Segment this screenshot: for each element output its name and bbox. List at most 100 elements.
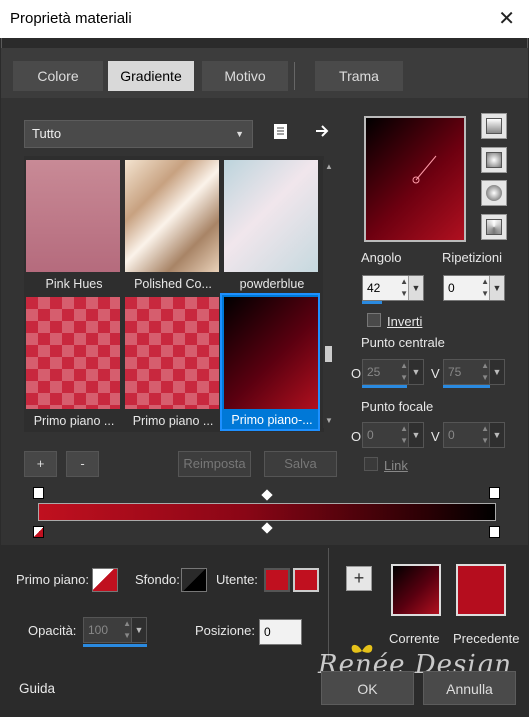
invert-checkbox[interactable] bbox=[367, 313, 381, 327]
gradient-swatch bbox=[125, 160, 219, 272]
angle-label: Angolo bbox=[361, 250, 402, 265]
gradient-swatch bbox=[224, 297, 318, 409]
reset-button[interactable]: Reimposta bbox=[178, 451, 251, 477]
center-v-slider[interactable] bbox=[443, 385, 490, 388]
angle-input[interactable]: 42 ▲ ▼ ▼ bbox=[362, 275, 424, 301]
center-o-value: 25 bbox=[367, 365, 381, 379]
repeats-input[interactable]: 0 ▲ ▼ ▼ bbox=[443, 275, 505, 301]
focal-o-label: O bbox=[351, 429, 362, 444]
angle-handle-icon[interactable] bbox=[366, 118, 464, 240]
link-label: Link bbox=[384, 458, 408, 473]
gradient-item[interactable]: Polished Co... bbox=[123, 158, 219, 292]
gradient-swatch bbox=[125, 297, 219, 409]
cancel-button[interactable]: Annulla bbox=[423, 671, 516, 705]
spinner-arrows-icon[interactable]: ▲ ▼ bbox=[123, 618, 131, 642]
gradient-item[interactable]: powderblue bbox=[222, 158, 318, 292]
tab-motivo[interactable]: Motivo bbox=[202, 61, 288, 91]
spinner-arrows-icon[interactable]: ▲ ▼ bbox=[400, 423, 408, 447]
gradient-label: Primo piano ... bbox=[33, 414, 115, 428]
repeats-value: 0 bbox=[448, 281, 455, 295]
scrollbar-thumb[interactable] bbox=[325, 346, 332, 362]
chevron-down-icon: ▼ bbox=[235, 129, 244, 139]
foreground-label: Primo piano: bbox=[16, 572, 89, 587]
gradient-item-selected[interactable]: Primo piano-... bbox=[220, 293, 320, 431]
chevron-down-icon[interactable]: ▼ bbox=[489, 276, 504, 300]
opacity-label: Opacità: bbox=[28, 623, 77, 638]
previous-material-swatch[interactable] bbox=[456, 564, 506, 616]
user-color-picker[interactable] bbox=[293, 568, 319, 592]
tab-gradiente[interactable]: Gradiente bbox=[108, 61, 194, 91]
scroll-up-icon[interactable]: ▲ bbox=[325, 162, 333, 171]
chevron-down-icon[interactable]: ▼ bbox=[408, 276, 423, 300]
user-color-swatch[interactable] bbox=[264, 568, 290, 592]
tab-trama[interactable]: Trama bbox=[315, 61, 403, 91]
center-o-slider[interactable] bbox=[362, 385, 407, 388]
browse-folder-icon[interactable] bbox=[272, 122, 290, 142]
gradient-swatch bbox=[26, 297, 120, 409]
spinner-arrows-icon[interactable]: ▲ ▼ bbox=[400, 360, 408, 384]
foreground-swatch[interactable] bbox=[92, 568, 118, 592]
help-link[interactable]: Guida bbox=[19, 681, 55, 696]
spinner-arrows-icon[interactable]: ▲ ▼ bbox=[481, 423, 489, 447]
arrow-right-icon[interactable] bbox=[313, 122, 331, 140]
previous-label: Precedente bbox=[453, 631, 520, 646]
category-selected: Tutto bbox=[32, 126, 62, 141]
chevron-down-icon[interactable]: ▼ bbox=[131, 618, 146, 642]
link-checkbox[interactable] bbox=[364, 457, 378, 471]
sunburst-style-icon[interactable] bbox=[481, 214, 507, 240]
opacity-stop-handle[interactable] bbox=[489, 526, 500, 538]
focal-v-label: V bbox=[431, 429, 440, 444]
save-button[interactable]: Salva bbox=[264, 451, 337, 477]
opacity-stop-handle[interactable] bbox=[33, 526, 44, 538]
gradient-label: Primo piano-... bbox=[231, 413, 313, 427]
library-scrollbar[interactable]: ▲ ▼ bbox=[323, 160, 334, 428]
user-label: Utente: bbox=[216, 572, 258, 587]
color-stop-handle[interactable] bbox=[489, 487, 500, 499]
current-material-swatch[interactable] bbox=[391, 564, 441, 616]
background-swatch[interactable] bbox=[181, 568, 207, 592]
position-input[interactable]: 0 bbox=[259, 619, 302, 645]
position-label: Posizione: bbox=[195, 623, 255, 638]
scroll-down-icon[interactable]: ▼ bbox=[325, 416, 333, 425]
radial-style-icon[interactable] bbox=[481, 180, 507, 206]
center-v-input[interactable]: 75 ▲ ▼ ▼ bbox=[443, 359, 505, 385]
chevron-down-icon[interactable]: ▼ bbox=[489, 360, 504, 384]
chevron-down-icon[interactable]: ▼ bbox=[489, 423, 504, 447]
angle-slider[interactable] bbox=[362, 301, 382, 304]
gradient-preview[interactable] bbox=[364, 116, 466, 242]
gradient-item[interactable]: Primo piano ... bbox=[24, 295, 120, 429]
invert-label: Inverti bbox=[387, 314, 423, 329]
center-v-value: 75 bbox=[448, 365, 462, 379]
chevron-down-icon[interactable]: ▼ bbox=[408, 423, 423, 447]
gradient-item[interactable]: Pink Hues bbox=[24, 158, 120, 292]
add-gradient-button[interactable]: + bbox=[24, 451, 57, 477]
opacity-slider[interactable] bbox=[83, 644, 147, 647]
chevron-down-icon[interactable]: ▼ bbox=[408, 360, 423, 384]
add-to-swatches-button[interactable]: + bbox=[346, 566, 372, 591]
linear-style-icon[interactable] bbox=[481, 113, 507, 139]
spinner-arrows-icon[interactable]: ▲ ▼ bbox=[400, 276, 408, 300]
gradient-swatch bbox=[26, 160, 120, 272]
color-stop-handle[interactable] bbox=[33, 487, 44, 499]
spinner-arrows-icon[interactable]: ▲ ▼ bbox=[481, 360, 489, 384]
gradient-label: Polished Co... bbox=[134, 277, 212, 291]
tab-separator bbox=[294, 62, 295, 90]
tab-colore[interactable]: Colore bbox=[13, 61, 103, 91]
background-label: Sfondo: bbox=[135, 572, 180, 587]
center-o-input[interactable]: 25 ▲ ▼ ▼ bbox=[362, 359, 424, 385]
spinner-arrows-icon[interactable]: ▲ ▼ bbox=[481, 276, 489, 300]
opacity-input[interactable]: 100 ▲ ▼ ▼ bbox=[83, 617, 147, 643]
close-icon[interactable]: ✕ bbox=[498, 6, 515, 31]
gradient-library: Pink Hues Polished Co... powderblue Prim… bbox=[24, 156, 324, 432]
ok-button[interactable]: OK bbox=[321, 671, 414, 705]
gradient-item[interactable]: Primo piano ... bbox=[123, 295, 219, 429]
focal-o-input[interactable]: 0 ▲ ▼ ▼ bbox=[362, 422, 424, 448]
window-title: Proprietà materiali bbox=[10, 10, 132, 27]
gradient-label: Pink Hues bbox=[45, 277, 103, 291]
focal-v-value: 0 bbox=[448, 428, 455, 442]
remove-gradient-button[interactable]: - bbox=[66, 451, 99, 477]
gradient-editor-bar[interactable] bbox=[38, 503, 496, 521]
focal-v-input[interactable]: 0 ▲ ▼ ▼ bbox=[443, 422, 505, 448]
rectangular-style-icon[interactable] bbox=[481, 147, 507, 173]
category-dropdown[interactable]: Tutto ▼ bbox=[24, 120, 253, 148]
